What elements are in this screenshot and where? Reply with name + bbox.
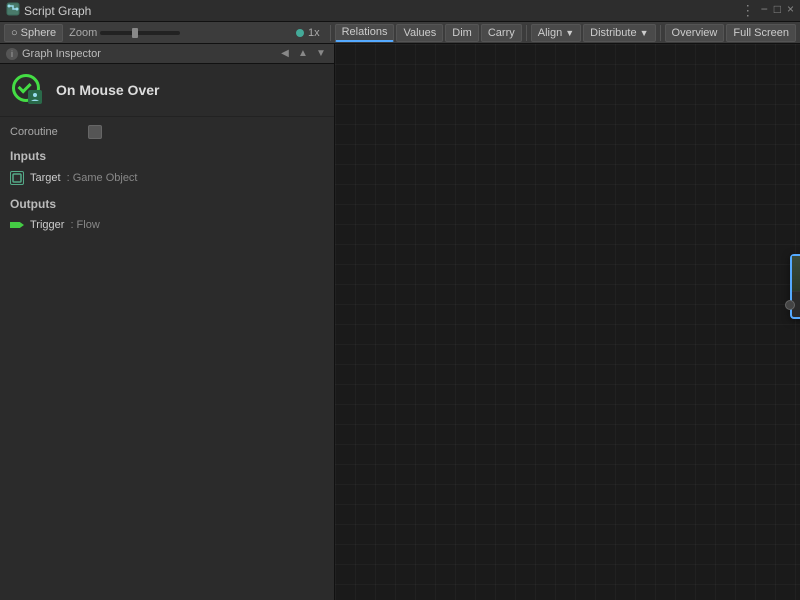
- zoom-dot: [296, 29, 304, 37]
- inspector-content: Coroutine Inputs Target : Game Object Ou…: [0, 117, 334, 600]
- values-tab[interactable]: Values: [396, 24, 443, 42]
- window-controls: ⋮ − □ ×: [741, 2, 794, 19]
- trigger-output-row: Trigger : Flow: [10, 217, 324, 233]
- target-label: Target: [30, 172, 61, 184]
- up-arrow-button[interactable]: ▲: [296, 47, 310, 61]
- main-layout: i Graph Inspector ◀ ▲ ▼: [0, 44, 800, 600]
- target-input-row: Target : Game Object: [10, 169, 324, 187]
- left-panel: i Graph Inspector ◀ ▲ ▼: [0, 44, 335, 600]
- overview-button[interactable]: Overview: [665, 24, 725, 42]
- target-type: : Game Object: [67, 172, 138, 184]
- trigger-port-icon: [10, 222, 24, 228]
- inspector-header: i Graph Inspector ◀ ▲ ▼: [0, 44, 334, 64]
- node-icon-large: [10, 72, 46, 108]
- canvas-node-header: On Mouse Over Event: [792, 256, 800, 292]
- zoom-label: Zoom: [69, 27, 97, 39]
- canvas-node-body: Target This ✕ Trigger: [792, 292, 800, 317]
- close-icon[interactable]: ×: [787, 2, 794, 19]
- target-port-icon: [10, 171, 24, 185]
- zoom-value: 1x: [308, 27, 320, 39]
- node-title: On Mouse Over: [56, 82, 159, 98]
- coroutine-checkbox[interactable]: [88, 125, 102, 139]
- trigger-label: Trigger: [30, 219, 64, 231]
- dim-tab[interactable]: Dim: [445, 24, 479, 42]
- sep3: [660, 25, 661, 41]
- minimize-icon[interactable]: −: [761, 2, 768, 19]
- relations-tab[interactable]: Relations: [335, 24, 395, 42]
- fullscreen-button[interactable]: Full Screen: [726, 24, 796, 42]
- carry-tab[interactable]: Carry: [481, 24, 522, 42]
- distribute-button[interactable]: Distribute ▼: [583, 24, 655, 42]
- node-header: On Mouse Over: [0, 64, 334, 117]
- title-text: Script Graph: [24, 4, 741, 18]
- canvas-area[interactable]: On Mouse Over Event Target This ✕ Trigg: [335, 44, 800, 600]
- info-icon: i: [6, 48, 18, 60]
- zoom-bar[interactable]: [100, 31, 180, 35]
- sep2: [526, 25, 527, 41]
- input-port[interactable]: [785, 300, 795, 310]
- align-button[interactable]: Align ▼: [531, 24, 581, 42]
- more-icon[interactable]: ⋮: [741, 2, 755, 19]
- title-bar: Script Graph ⋮ − □ ×: [0, 0, 800, 22]
- zoom-control: Zoom: [69, 27, 180, 39]
- expand-button[interactable]: ◀: [278, 47, 292, 61]
- toolbar: ○ Sphere Zoom 1x Relations Values Dim Ca…: [0, 22, 800, 44]
- inspector-title: Graph Inspector: [22, 48, 274, 60]
- script-graph-icon: [6, 2, 20, 19]
- coroutine-label: Coroutine: [10, 126, 80, 138]
- coroutine-row: Coroutine: [10, 125, 324, 139]
- sep1: [330, 25, 331, 41]
- trigger-type: : Flow: [70, 219, 99, 231]
- canvas-node[interactable]: On Mouse Over Event Target This ✕ Trigg: [790, 254, 800, 319]
- outputs-section-header: Outputs: [10, 197, 324, 211]
- zoom-thumb: [132, 28, 138, 38]
- down-arrow-button[interactable]: ▼: [314, 47, 328, 61]
- sphere-icon: ○: [11, 27, 18, 39]
- maximize-icon[interactable]: □: [774, 2, 781, 19]
- distribute-chevron-icon: ▼: [640, 28, 649, 38]
- align-chevron-icon: ▼: [565, 28, 574, 38]
- sphere-button[interactable]: ○ Sphere: [4, 24, 63, 42]
- inputs-section-header: Inputs: [10, 149, 324, 163]
